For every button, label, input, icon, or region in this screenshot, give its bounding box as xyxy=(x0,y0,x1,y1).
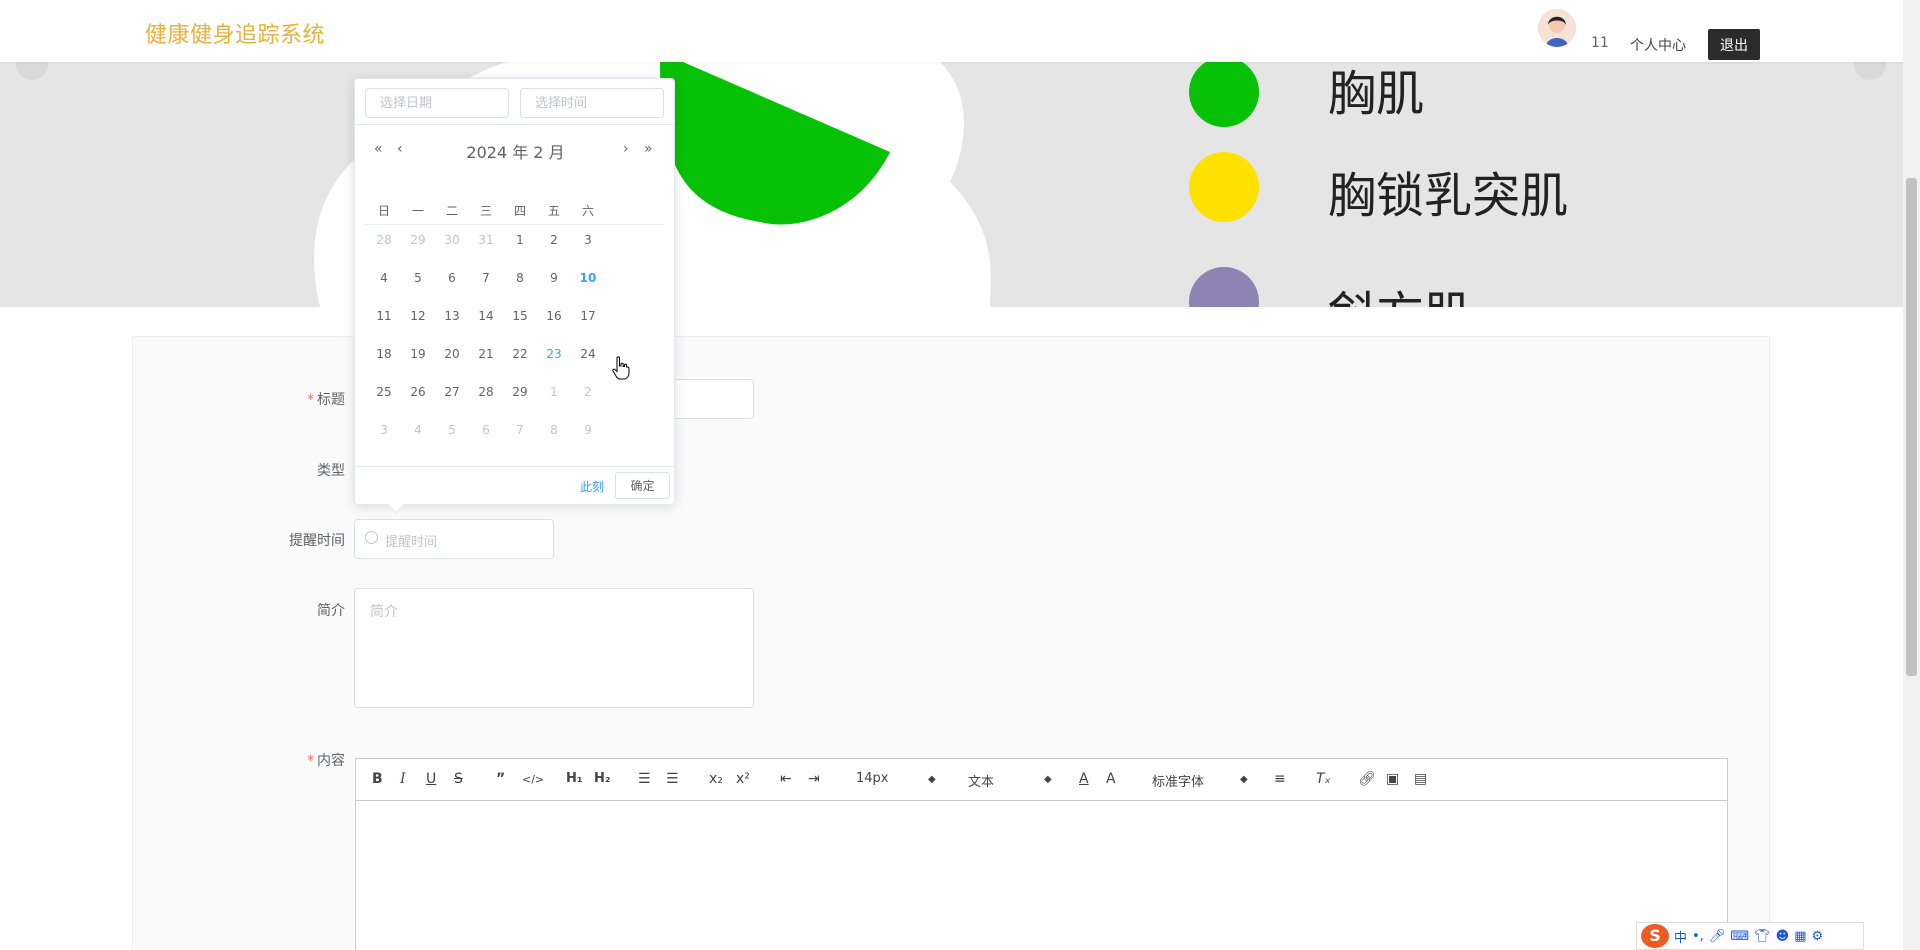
required-mark: * xyxy=(307,392,314,408)
scrollbar-thumb[interactable] xyxy=(1906,178,1917,676)
picker-time-input[interactable] xyxy=(520,88,664,118)
now-link[interactable]: 此刻 xyxy=(580,478,604,495)
blockquote-icon[interactable]: ” xyxy=(496,771,505,787)
paragraph-select[interactable]: 文本 xyxy=(968,771,994,790)
day-cell[interactable]: 3 xyxy=(567,233,609,247)
strike-icon[interactable]: S xyxy=(454,771,463,787)
weekday-label: 六 xyxy=(581,204,594,218)
rich-text-editor[interactable]: B I U S ” </> H₁ H₂ ☰ ☰ x₂ x² ⇤ ⇥ 14px ◆… xyxy=(355,758,1728,950)
title-label-text: 标题 xyxy=(317,392,345,408)
clear-format-icon[interactable]: Tₓ xyxy=(1316,771,1331,787)
align-icon[interactable]: ≡ xyxy=(1274,771,1286,787)
picker-header xyxy=(355,79,674,125)
hand-cursor-icon xyxy=(612,356,630,380)
next-month-icon[interactable]: › xyxy=(623,141,629,157)
video-icon[interactable]: ▤ xyxy=(1414,771,1427,787)
username-label: 11 xyxy=(1591,35,1609,51)
required-mark: * xyxy=(307,753,314,769)
day-cell[interactable]: 17 xyxy=(567,309,609,323)
code-icon[interactable]: </> xyxy=(522,773,544,786)
intro-textarea[interactable] xyxy=(354,588,754,708)
ime-keyboard-icon[interactable]: ⌨ xyxy=(1730,929,1749,944)
picker-date-input[interactable] xyxy=(365,88,509,118)
sogou-logo-icon[interactable]: S xyxy=(1641,924,1669,948)
brand-title[interactable]: 健康健身追踪系统 xyxy=(145,17,325,49)
logout-button[interactable]: 退出 xyxy=(1708,29,1760,60)
image-icon[interactable]: ▣ xyxy=(1386,771,1399,787)
avatar-image xyxy=(1538,9,1576,47)
content-label: * 内容 xyxy=(225,750,345,770)
ime-skin-icon[interactable]: 👕︎ xyxy=(1754,929,1771,944)
link-icon[interactable]: 🔗︎ xyxy=(1358,771,1376,787)
font-size-select[interactable]: 14px xyxy=(856,771,889,786)
font-size-arrows-icon[interactable]: ◆ xyxy=(928,774,936,785)
day-cell[interactable]: 24 xyxy=(567,347,609,361)
ime-punct-icon[interactable]: •, xyxy=(1692,929,1704,944)
ime-settings-icon[interactable]: ⚙ xyxy=(1811,929,1823,944)
remind-label: 提醒时间 xyxy=(289,533,345,549)
ime-toolbar: S 中 •, 🎤︎ ⌨ 👕︎ ☻ ▦ ⚙ xyxy=(1636,922,1864,950)
legend-trapezius: 斜方肌 xyxy=(1328,275,1472,307)
editor-toolbar: B I U S ” </> H₁ H₂ ☰ ☰ x₂ x² ⇤ ⇥ 14px ◆… xyxy=(356,759,1727,801)
ime-mic-icon[interactable]: 🎤︎ xyxy=(1709,929,1726,944)
top-header: 健康健身追踪系统 11 个人中心 退出 xyxy=(0,0,1903,62)
legend-chest: 胸肌 xyxy=(1328,66,1425,122)
next-year-icon[interactable]: » xyxy=(644,141,653,157)
day-cell[interactable]: 10 xyxy=(567,271,609,285)
picker-footer: 此刻 确定 xyxy=(355,466,674,504)
font-family-select[interactable]: 标准字体 xyxy=(1152,771,1204,790)
datetime-picker-popover: « ‹ 2024 年 2 月 › » 日一二三四五六 2829303112345… xyxy=(354,78,675,514)
title-label: * 标题 xyxy=(225,389,345,409)
personal-center-link[interactable]: 个人中心 xyxy=(1630,35,1686,55)
subscript-icon[interactable]: x₂ xyxy=(709,771,723,787)
h2-icon[interactable]: H₂ xyxy=(594,771,611,786)
type-label: 类型 xyxy=(317,463,345,479)
italic-icon[interactable]: I xyxy=(400,771,406,787)
bullet-list-icon[interactable]: ☰ xyxy=(666,771,679,787)
h1-icon[interactable]: H₁ xyxy=(566,771,583,786)
background-color-icon[interactable]: A xyxy=(1106,771,1116,787)
font-family-arrows-icon[interactable]: ◆ xyxy=(1240,774,1248,785)
ime-lang-toggle[interactable]: 中 xyxy=(1674,927,1687,946)
muscle-chart-illustration xyxy=(0,62,1903,307)
intro-label: 简介 xyxy=(317,603,345,619)
remind-time-placeholder: 提醒时间 xyxy=(385,535,438,550)
banner-image: 胸肌 胸锁乳突肌 斜方肌 xyxy=(0,62,1903,307)
ordered-list-icon[interactable]: ☰ xyxy=(638,771,651,787)
ime-robot-icon[interactable]: ☻ xyxy=(1776,929,1790,944)
indent-icon[interactable]: ⇥ xyxy=(808,771,820,787)
outdent-icon[interactable]: ⇤ xyxy=(780,771,792,787)
weekday-header: 日一二三四五六 xyxy=(365,195,665,225)
paragraph-arrows-icon[interactable]: ◆ xyxy=(1044,774,1052,785)
remind-time-field[interactable]: 提醒时间 xyxy=(354,519,554,559)
clock-icon xyxy=(365,531,378,544)
underline-icon[interactable]: U xyxy=(426,771,436,787)
content-label-text: 内容 xyxy=(317,753,345,769)
legend-sternocleidomastoid: 胸锁乳突肌 xyxy=(1328,168,1569,224)
ime-apps-icon[interactable]: ▦ xyxy=(1794,929,1806,944)
day-cell[interactable]: 9 xyxy=(567,423,609,437)
font-color-icon[interactable]: A xyxy=(1079,771,1089,787)
page-scrollbar[interactable] xyxy=(1903,0,1920,950)
confirm-button[interactable]: 确定 xyxy=(615,472,670,499)
bold-icon[interactable]: B xyxy=(372,771,383,787)
superscript-icon[interactable]: x² xyxy=(736,771,750,787)
user-avatar[interactable] xyxy=(1538,9,1576,47)
day-cell[interactable]: 2 xyxy=(567,385,609,399)
